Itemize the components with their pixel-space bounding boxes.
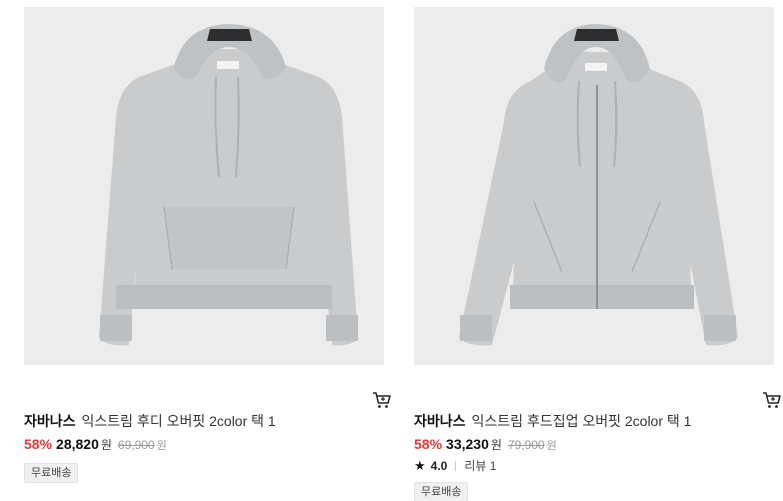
product-name: 익스트림 후디 오버핏 2color 택 1	[81, 413, 276, 429]
price-row: 58% 33,230 원 79,900 원	[414, 435, 774, 455]
currency-unit: 원	[490, 438, 502, 452]
product-name: 익스트림 후드집업 오버핏 2color 택 1	[471, 413, 692, 429]
original-price: 79,900	[507, 438, 545, 452]
product-title[interactable]: 자바나스 익스트림 후디 오버핏 2color 택 1	[24, 412, 384, 430]
free-shipping-badge: 무료배송	[414, 482, 469, 501]
cart-row	[24, 365, 391, 408]
discount-rate: 58%	[414, 436, 443, 452]
price-row: 58% 28,820 원 69,900 원	[24, 435, 384, 455]
product-image[interactable]	[414, 7, 774, 365]
star-icon: ★	[414, 458, 426, 473]
free-shipping-badge: 무료배송	[24, 463, 79, 483]
product-title[interactable]: 자바나스 익스트림 후드집업 오버핏 2color 택 1	[414, 412, 774, 430]
sale-price: 28,820	[56, 436, 99, 452]
currency-unit: 원	[100, 438, 112, 452]
zip-hoodie-image	[414, 7, 774, 365]
divider	[455, 461, 457, 471]
add-to-cart-button[interactable]	[762, 390, 782, 410]
product-card[interactable]: 자바나스 익스트림 후드집업 오버핏 2color 택 1 58% 33,230 원 7…	[414, 7, 781, 501]
original-currency-unit: 원	[156, 440, 167, 452]
brand-name: 자바나스	[24, 413, 76, 429]
brand-name: 자바나스	[414, 413, 466, 429]
original-price: 69,900	[117, 438, 155, 452]
cart-icon	[763, 392, 781, 408]
product-image[interactable]	[24, 7, 384, 365]
sale-price: 33,230	[446, 436, 489, 452]
add-to-cart-button[interactable]	[372, 390, 392, 410]
cart-icon	[373, 392, 391, 408]
product-grid: 자바나스 익스트림 후디 오버핏 2color 택 1 58% 28,820 원 69,…	[0, 0, 783, 501]
discount-rate: 58%	[24, 436, 53, 452]
rating-row: ★ 4.0 리뷰 1	[414, 458, 774, 474]
product-card[interactable]: 자바나스 익스트림 후디 오버핏 2color 택 1 58% 28,820 원 69,…	[24, 7, 391, 483]
original-currency-unit: 원	[546, 440, 557, 452]
review-count[interactable]: 리뷰 1	[464, 458, 496, 474]
hoodie-image	[24, 7, 384, 365]
cart-row	[414, 365, 781, 408]
rating-value: 4.0	[430, 459, 448, 473]
